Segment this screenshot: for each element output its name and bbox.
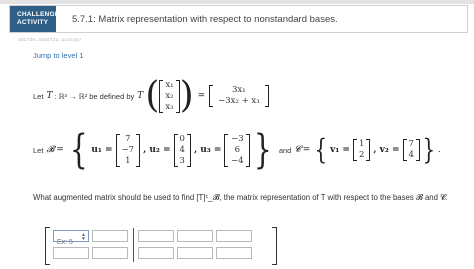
u1-entry: 1: [125, 155, 131, 166]
activity-title: 5.7.1: Matrix representation with respec…: [72, 14, 338, 25]
v1-entry: 2: [358, 150, 365, 160]
left-brace: {: [314, 133, 328, 166]
and-text: and: [278, 145, 292, 155]
equals-sign: =: [302, 145, 311, 155]
u2-entry: 3: [179, 155, 185, 166]
matrix-cell-r1c1[interactable]: ▲▼: [53, 230, 89, 248]
u1-vector: 7 −7 1: [115, 133, 141, 167]
matrix-input[interactable]: [178, 237, 212, 248]
u2-entry: 0: [179, 133, 185, 144]
output-vector: 3x₁ −3x₂ + x₃: [209, 85, 269, 107]
right-brace: }: [254, 127, 273, 173]
matrix-left-bracket: [45, 227, 50, 265]
matrix-input[interactable]: [54, 254, 88, 265]
basis-C-label: 𝓒: [294, 145, 301, 155]
u1-entry: 7: [125, 133, 131, 144]
top-strip: [0, 0, 474, 4]
matrix-input[interactable]: [178, 254, 212, 265]
matrix-cell-r1c2[interactable]: [92, 230, 128, 248]
u3-entry: −4: [231, 155, 244, 166]
definition-line: Let T : ℝ³ → ℝ² be defined by T ( x₁ x₂ …: [33, 74, 269, 118]
definition-T: T: [46, 91, 53, 101]
matrix-cell-r2c1[interactable]: [53, 247, 89, 265]
v1-vector: 1 2: [352, 139, 371, 161]
matrix-input[interactable]: [93, 237, 127, 248]
output-entry: 3x₁: [232, 85, 246, 95]
matrix-input[interactable]: [93, 254, 127, 265]
input-entry: x₃: [165, 101, 174, 112]
definition-T-apply: T: [137, 91, 144, 101]
left-paren: (: [145, 75, 160, 116]
matrix-input[interactable]: [217, 254, 251, 265]
matrix-input[interactable]: [217, 237, 251, 248]
matrix-cell-r2c2[interactable]: [92, 247, 128, 265]
augment-separator: [133, 228, 134, 262]
bases-line: Let 𝓑 = { u₁ = 7 −7 1 , u₂ = 0 4 3 , u₃ …: [33, 126, 441, 174]
left-brace: {: [69, 127, 88, 173]
badge-line-2: ACTIVITY: [17, 19, 49, 26]
u3-entry: −3: [231, 133, 244, 144]
activity-header: CHALLENGE ACTIVITY 5.7.1: Matrix represe…: [9, 5, 468, 33]
matrix-right-bracket: [272, 227, 277, 265]
matrix-cell-r1c5[interactable]: [216, 230, 252, 248]
matrix-cell-r1c3[interactable]: [138, 230, 174, 248]
matrix-input[interactable]: [139, 237, 173, 248]
v2-entry: 4: [408, 150, 414, 160]
matrix-cell-r2c3[interactable]: [138, 247, 174, 265]
input-vector: x₁ x₂ x₃: [159, 79, 180, 113]
challenge-activity-badge: CHALLENGE ACTIVITY: [10, 6, 60, 32]
v1-label: v₁ =: [330, 145, 350, 155]
output-entry: −3x₂ + x₃: [218, 96, 260, 106]
u2-entry: 4: [179, 144, 185, 155]
matrix-input[interactable]: [139, 254, 173, 265]
input-entry: x₂: [165, 90, 174, 101]
v2-vector: 7 4: [402, 139, 420, 161]
v1-entry: 1: [358, 139, 365, 149]
badge-line-1: CHALLENGE: [17, 11, 60, 18]
equals-sign: =: [197, 91, 206, 101]
bases-prefix: Let: [33, 145, 44, 155]
u2-vector: 0 4 3: [173, 133, 191, 167]
question-text: What augmented matrix should be used to …: [33, 193, 448, 202]
u3-label: , u₃ =: [193, 145, 222, 155]
right-paren: ): [179, 75, 194, 116]
period: .: [437, 145, 441, 155]
augmented-matrix-answer: ▲▼: [45, 227, 277, 265]
matrix-cell-r1c4[interactable]: [177, 230, 213, 248]
matrix-cell-r2c4[interactable]: [177, 247, 213, 265]
v2-label: , v₂ =: [373, 145, 400, 155]
spinner-icon[interactable]: ▲ ▼: [81, 233, 86, 242]
input-entry: x₁: [165, 79, 174, 90]
definition-map: : ℝ³ → ℝ² be defined by: [54, 91, 135, 101]
right-brace: }: [422, 133, 436, 166]
activity-code: 482730.3348722.qx3zqy7: [18, 38, 82, 43]
equals-sign: =: [56, 145, 64, 155]
basis-B-label: 𝓑: [46, 145, 55, 155]
definition-prefix: Let: [33, 91, 44, 101]
u1-entry: −7: [121, 144, 135, 155]
v2-entry: 7: [408, 139, 414, 149]
u1-label: u₁ =: [91, 145, 113, 155]
matrix-cell-r2c5[interactable]: [216, 247, 252, 265]
u3-vector: −3 6 −4: [224, 133, 251, 167]
u2-label: , u₂ =: [143, 145, 171, 155]
u3-entry: 6: [234, 144, 241, 155]
jump-to-level-link[interactable]: Jump to level 1: [33, 51, 83, 60]
